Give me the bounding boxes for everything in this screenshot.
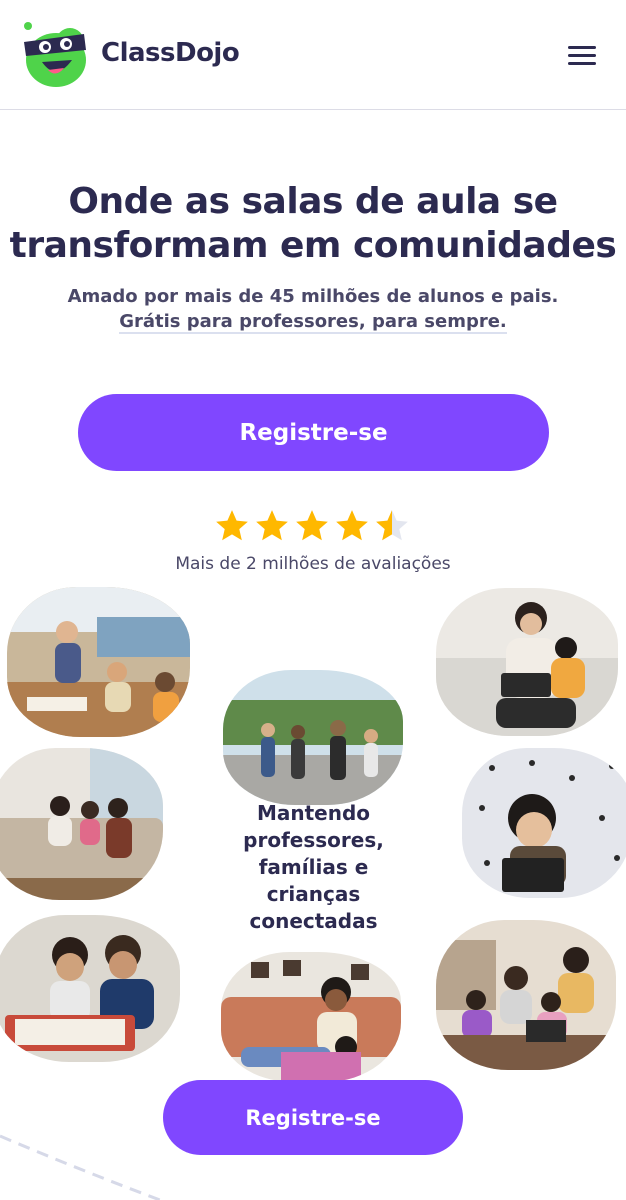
hero-subtitle: Amado por mais de 45 milhões de alunos e… [0, 284, 626, 334]
center-text-line: conectadas [249, 909, 378, 933]
reviews-count: Mais de 2 milhões de avaliações [175, 554, 451, 574]
subtitle-line-2[interactable]: Grátis para professores, para sempre. [119, 311, 507, 334]
register-button-secondary[interactable]: Registre-se [163, 1080, 463, 1155]
brand-name[interactable]: ClassDojo [101, 38, 240, 68]
star-icon [296, 510, 328, 541]
center-text-line: famílias e [258, 855, 369, 879]
center-text-line: Mantendo [256, 801, 371, 825]
family-walking-photo [223, 670, 403, 805]
star-icon [336, 510, 368, 541]
family-couch-photo [0, 748, 163, 900]
decorative-blue-shape [280, 1192, 350, 1200]
rating-stars [213, 507, 413, 547]
center-text-line: crianças [266, 882, 361, 906]
title-line-2: transformam em comunidades [9, 225, 617, 266]
hamburger-menu-icon[interactable] [560, 40, 604, 70]
family-table-photo [436, 920, 616, 1070]
page-title: Onde as salas de aula se transformam em … [0, 180, 626, 268]
title-line-1: Onde as salas de aula se [68, 181, 558, 222]
classdojo-logo-icon[interactable] [18, 20, 90, 90]
subtitle-line-1: Amado por mais de 45 milhões de alunos e… [67, 286, 559, 307]
parent-child-tablet-photo [436, 588, 618, 736]
classroom-photo [7, 587, 190, 737]
star-icon [216, 510, 248, 541]
collage-center-text: Mantendo professores, famílias e criança… [222, 800, 405, 935]
center-text-line: professores, [243, 828, 384, 852]
boys-reading-photo [0, 915, 180, 1062]
top-header: ClassDojo [0, 0, 626, 110]
star-icon [256, 510, 288, 541]
child-with-tablet-photo [462, 748, 626, 898]
half-star-icon [376, 510, 408, 541]
register-button[interactable]: Registre-se [78, 394, 549, 471]
mother-daughter-photo [221, 952, 401, 1082]
